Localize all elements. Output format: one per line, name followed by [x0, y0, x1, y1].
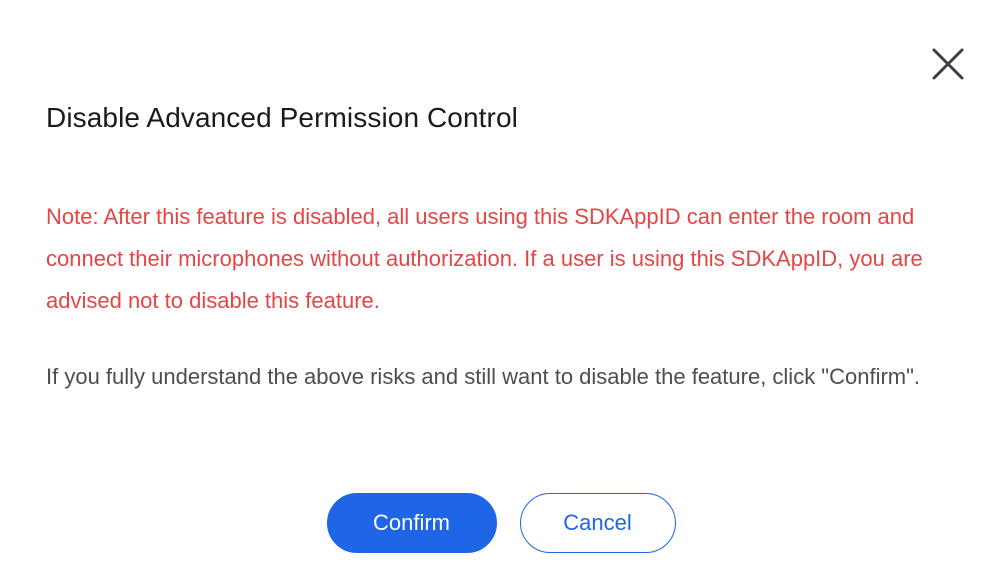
- cancel-button[interactable]: Cancel: [519, 493, 676, 553]
- info-message: If you fully understand the above risks …: [46, 364, 921, 389]
- close-icon: [932, 48, 964, 80]
- dialog-title: Disable Advanced Permission Control: [46, 102, 518, 133]
- disable-permission-dialog: Disable Advanced Permission Control Note…: [0, 0, 1002, 583]
- warning-message: Note: After this feature is disabled, al…: [46, 204, 923, 313]
- confirm-button[interactable]: Confirm: [326, 493, 497, 553]
- close-button[interactable]: [926, 44, 970, 84]
- dialog-footer: Confirm Cancel: [0, 493, 1002, 553]
